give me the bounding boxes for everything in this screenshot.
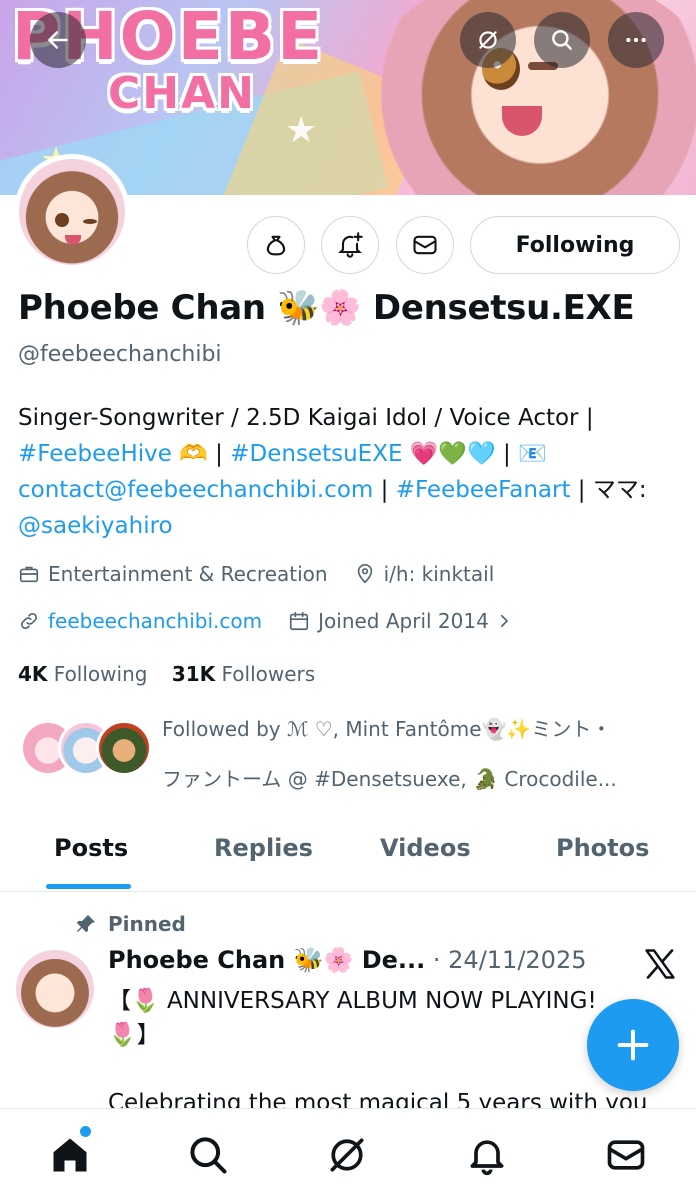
bio-text: | ママ:	[570, 477, 647, 503]
profile-meta-row: Entertainment & Recreation i/h: kinktail	[18, 562, 520, 586]
post-date[interactable]: · 24/11/2025	[425, 946, 587, 974]
back-arrow-icon	[48, 31, 68, 49]
bio-hashtag-link[interactable]: #DensetsuEXE	[230, 441, 402, 467]
nav-home[interactable]	[48, 1133, 92, 1177]
plus-icon	[617, 1029, 649, 1061]
followers-count: 31K	[171, 662, 216, 686]
profile-joined-text: Joined April 2014	[318, 609, 489, 633]
message-icon	[413, 235, 437, 255]
x-logo-icon[interactable]	[642, 946, 678, 982]
bell-plus-icon	[338, 232, 363, 258]
bio-mention-link[interactable]: @saekiyahiro	[18, 513, 173, 539]
search-icon	[190, 1137, 227, 1174]
active-tab-indicator	[46, 884, 131, 889]
tab-replies[interactable]: Replies	[214, 834, 313, 862]
bio-text: Singer-Songwriter / 2.5D Kaigai Idol / V…	[18, 405, 594, 431]
profile-avatar[interactable]	[14, 154, 130, 270]
profile-location-text: i/h: kinktail	[383, 562, 495, 586]
message-button[interactable]	[396, 216, 454, 274]
post-author-name[interactable]: Phoebe Chan 🐝🌸 De...	[108, 946, 425, 974]
post-header: Phoebe Chan 🐝🌸 De... · 24/11/2025	[108, 946, 586, 974]
profile-location: i/h: kinktail	[354, 562, 495, 586]
compose-button[interactable]	[587, 999, 679, 1091]
follower-avatar	[96, 720, 152, 776]
profile-category: Entertainment & Recreation	[18, 562, 328, 586]
bio-text: 💗💚🩵 | 📧	[402, 441, 547, 467]
search-icon	[552, 30, 572, 50]
profile-joined[interactable]: Joined April 2014	[288, 609, 521, 633]
new-content-dot	[80, 1126, 91, 1137]
bio-hashtag-link[interactable]: #FeebeeHive	[18, 441, 172, 467]
pinned-text: Pinned	[108, 912, 186, 936]
bio-email-link[interactable]: contact@feebeechanchibi.com	[18, 477, 373, 503]
gift-icon	[266, 235, 286, 256]
more-icon	[626, 37, 646, 43]
following-button[interactable]: Following	[470, 216, 680, 274]
grok-icon	[330, 1138, 364, 1172]
nav-search[interactable]	[186, 1133, 230, 1177]
bio-hashtag-link[interactable]: #FeebeeFanart	[396, 477, 571, 503]
following-count: 4K	[18, 662, 48, 686]
nav-grok[interactable]	[325, 1133, 369, 1177]
post-text-line: 【🌷 ANNIVERSARY ALBUM NOW PLAYING!	[108, 988, 597, 1014]
bottom-navigation	[0, 1108, 696, 1200]
following-label: Following	[53, 662, 148, 686]
bio-text: |	[373, 477, 396, 503]
notifications-icon	[470, 1140, 504, 1176]
search-button[interactable]	[534, 12, 590, 68]
back-button[interactable]	[30, 12, 86, 68]
bio-text: 🫶 |	[171, 441, 231, 467]
followed-by-line: Followed by ℳ ♡, Mint Fantôme👻✨ミント・	[162, 717, 612, 741]
profile-category-text: Entertainment & Recreation	[48, 562, 328, 586]
character-mouth	[502, 106, 542, 136]
profile-handle: @feebeechanchibi	[18, 342, 222, 367]
followed-by-avatars[interactable]	[20, 720, 152, 778]
following-count-link[interactable]: 4K Following	[18, 662, 147, 686]
nav-notifications[interactable]	[465, 1133, 509, 1177]
pinned-label: Pinned	[74, 912, 186, 936]
avatar-wink	[83, 219, 97, 224]
calendar-icon	[290, 611, 309, 631]
notify-button[interactable]	[321, 216, 379, 274]
tab-posts[interactable]: Posts	[54, 834, 128, 862]
grok-button[interactable]	[460, 12, 516, 68]
pin-icon	[77, 915, 95, 932]
chevron-right-icon	[500, 614, 508, 628]
banner-star: ★	[285, 110, 318, 151]
profile-meta-row: feebeechanchibi.com Joined April 2014	[18, 609, 547, 633]
profile-website[interactable]: feebeechanchibi.com	[18, 609, 262, 633]
avatar-eye	[55, 213, 69, 227]
tab-videos[interactable]: Videos	[380, 834, 471, 862]
profile-name: Phoebe Chan 🐝🌸 Densetsu.EXE	[18, 288, 635, 328]
followed-by-text[interactable]: Followed by ℳ ♡, Mint Fantôme👻✨ミント・ ファント…	[162, 704, 662, 804]
more-button[interactable]	[608, 12, 664, 68]
link-icon	[20, 612, 38, 630]
home-icon	[53, 1138, 87, 1172]
briefcase-icon	[19, 566, 39, 583]
profile-bio: Singer-Songwriter / 2.5D Kaigai Idol / V…	[18, 400, 682, 544]
profile-tabs: Posts Replies Videos Photos	[0, 818, 696, 892]
profile-website-link[interactable]: feebeechanchibi.com	[48, 609, 262, 633]
grok-icon	[479, 31, 497, 49]
tab-photos[interactable]: Photos	[556, 834, 649, 862]
post-text-line: 🌷】	[108, 1022, 160, 1048]
messages-icon	[607, 1140, 645, 1170]
banner-logo-line2: CHAN	[108, 68, 256, 119]
location-pin-icon	[357, 564, 372, 584]
post-text[interactable]: 【🌷 ANNIVERSARY ALBUM NOW PLAYING! 🌷】	[108, 984, 648, 1052]
nav-messages[interactable]	[604, 1133, 648, 1177]
followed-by-line: ファントーム @ #Densetsuexe, 🐊 Crocodile...	[162, 767, 617, 791]
gift-button[interactable]	[247, 216, 305, 274]
post-author-avatar[interactable]	[16, 950, 94, 1028]
followers-label: Followers	[221, 662, 316, 686]
followers-count-link[interactable]: 31K Followers	[172, 662, 315, 686]
avatar-mouth	[65, 235, 81, 245]
follow-counts: 4K Following 31K Followers	[18, 662, 315, 686]
